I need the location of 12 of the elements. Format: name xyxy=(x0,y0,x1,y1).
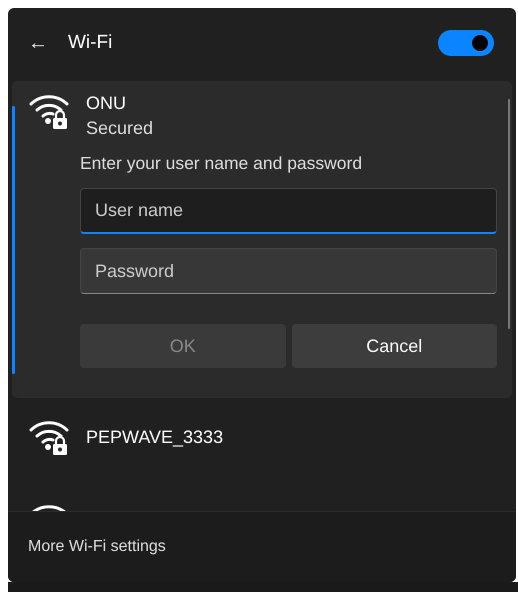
network-name: PEPWAVE_3333 xyxy=(86,426,224,448)
input-field[interactable]: Password xyxy=(80,248,497,294)
network-name: ONU xyxy=(86,93,127,114)
panel-title: Wi-Fi xyxy=(68,32,114,54)
wifi-toggle[interactable] xyxy=(438,30,494,56)
prompt-text: Enter your user name and password xyxy=(80,153,364,174)
input-field[interactable]: User name xyxy=(80,188,497,234)
cancel-button[interactable]: Cancel xyxy=(292,324,497,368)
network-status: Secured xyxy=(86,118,154,139)
back-button[interactable]: ← xyxy=(28,32,48,54)
settings-link[interactable]: More Wi-Fi settings xyxy=(28,538,166,556)
network-item[interactable]: PEPWAVE_3333 xyxy=(8,398,516,476)
